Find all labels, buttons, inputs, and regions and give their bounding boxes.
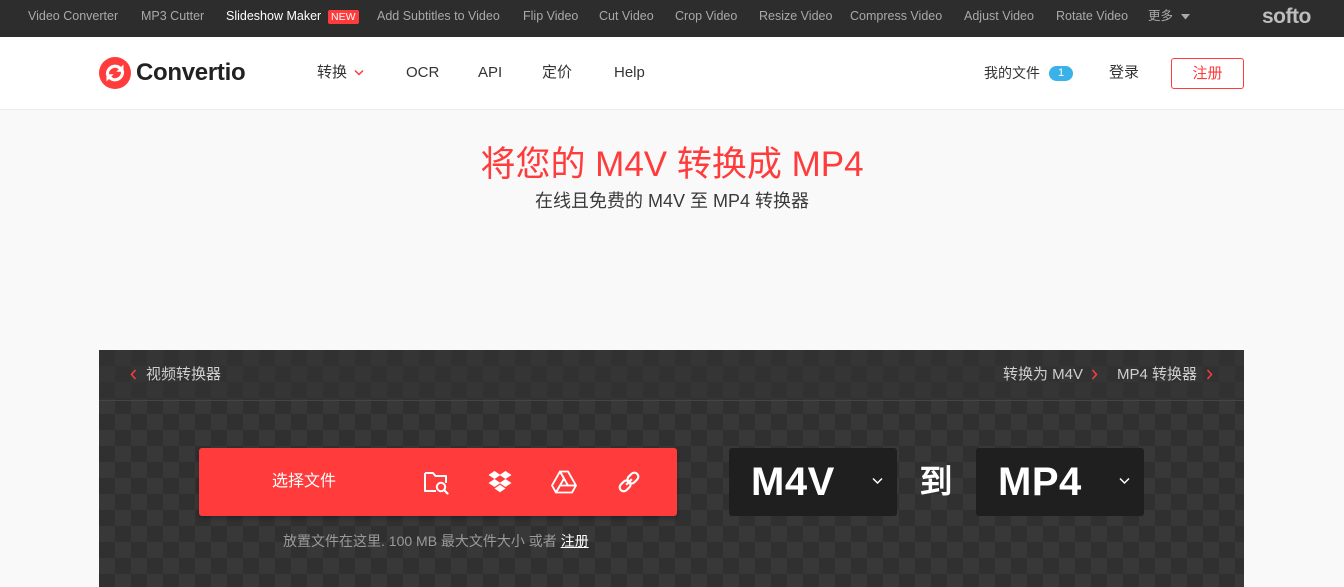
chevron-right-icon[interactable] bbox=[1206, 369, 1213, 380]
top-product-bar: Video Converter MP3 Cutter Slideshow Mak… bbox=[0, 0, 1344, 37]
topbar-more-label: 更多 bbox=[1148, 9, 1174, 23]
panel-breadcrumb-bar: 视频转换器 转换为 M4V MP4 转换器 bbox=[99, 350, 1244, 401]
topbar-link-adjust-video[interactable]: Adjust Video bbox=[964, 0, 1034, 33]
nav-ocr[interactable]: OCR bbox=[406, 61, 439, 85]
chevron-down-icon[interactable] bbox=[354, 69, 364, 77]
link-icon[interactable] bbox=[616, 469, 642, 495]
new-badge: NEW bbox=[328, 10, 359, 24]
breadcrumb-video-converter[interactable]: 视频转换器 bbox=[146, 363, 221, 387]
folder-search-icon[interactable] bbox=[423, 469, 449, 495]
to-label: 到 bbox=[919, 463, 953, 500]
my-files-count-badge: 1 bbox=[1049, 66, 1073, 81]
topbar-link-resize-video[interactable]: Resize Video bbox=[759, 0, 832, 33]
target-format-select[interactable]: MP4 bbox=[976, 448, 1144, 516]
topbar-link-slideshow-maker[interactable]: Slideshow Maker bbox=[226, 0, 321, 33]
topbar-link-mp3-cutter[interactable]: MP3 Cutter bbox=[141, 0, 204, 33]
topbar-link-rotate-video[interactable]: Rotate Video bbox=[1056, 0, 1128, 33]
topbar-link-cut-video[interactable]: Cut Video bbox=[599, 0, 654, 33]
topbar-more-menu[interactable]: 更多 bbox=[1148, 0, 1190, 33]
convertio-logo-icon[interactable] bbox=[99, 57, 131, 89]
register-button[interactable]: 注册 bbox=[1171, 58, 1244, 89]
brand-name[interactable]: Convertio bbox=[136, 56, 246, 90]
page-title: 将您的 M4V 转换成 MP4 bbox=[480, 145, 864, 184]
page-subtitle: 在线且免费的 M4V 至 MP4 转换器 bbox=[534, 191, 810, 211]
source-format-value: M4V bbox=[751, 460, 835, 504]
dropbox-icon[interactable] bbox=[487, 469, 513, 495]
topbar-link-video-converter[interactable]: Video Converter bbox=[28, 0, 118, 33]
softo-logo[interactable]: softo bbox=[1262, 3, 1311, 31]
topbar-link-flip-video[interactable]: Flip Video bbox=[523, 0, 578, 33]
chevron-left-icon[interactable] bbox=[130, 369, 137, 380]
target-format-value: MP4 bbox=[998, 460, 1082, 504]
topbar-link-crop-video[interactable]: Crop Video bbox=[675, 0, 737, 33]
nav-help[interactable]: Help bbox=[614, 61, 645, 85]
drop-hint: 放置文件在这里. 100 MB 最大文件大小 或者 注册 bbox=[283, 530, 589, 552]
topbar-link-add-subtitles[interactable]: Add Subtitles to Video bbox=[377, 0, 500, 33]
link-mp4-converter[interactable]: MP4 转换器 bbox=[1117, 363, 1197, 387]
chevron-right-icon[interactable] bbox=[1091, 369, 1098, 380]
choose-files-label[interactable]: 选择文件 bbox=[272, 470, 336, 494]
nav-pricing[interactable]: 定价 bbox=[542, 61, 572, 85]
main-header: Convertio 转换 OCR API 定价 Help 我的文件 1 登录 注… bbox=[0, 37, 1344, 110]
choose-files-button[interactable]: 选择文件 bbox=[199, 448, 677, 516]
nav-convert[interactable]: 转换 bbox=[317, 61, 347, 85]
chevron-down-icon bbox=[1119, 477, 1130, 485]
nav-api[interactable]: API bbox=[478, 61, 502, 85]
chevron-down-icon bbox=[1180, 13, 1190, 20]
chevron-down-icon bbox=[872, 477, 883, 485]
drop-hint-text: 放置文件在这里. 100 MB 最大文件大小 或者 bbox=[283, 533, 561, 549]
hint-register-link[interactable]: 注册 bbox=[561, 533, 589, 549]
my-files-link[interactable]: 我的文件 bbox=[984, 61, 1040, 85]
topbar-link-compress-video[interactable]: Compress Video bbox=[850, 0, 942, 33]
google-drive-icon[interactable] bbox=[551, 469, 577, 495]
source-format-select[interactable]: M4V bbox=[729, 448, 897, 516]
login-link[interactable]: 登录 bbox=[1109, 61, 1139, 85]
link-convert-to-m4v[interactable]: 转换为 M4V bbox=[1003, 363, 1083, 387]
converter-panel: 视频转换器 转换为 M4V MP4 转换器 选择文件 放置文件在这里. 100 … bbox=[99, 350, 1244, 587]
